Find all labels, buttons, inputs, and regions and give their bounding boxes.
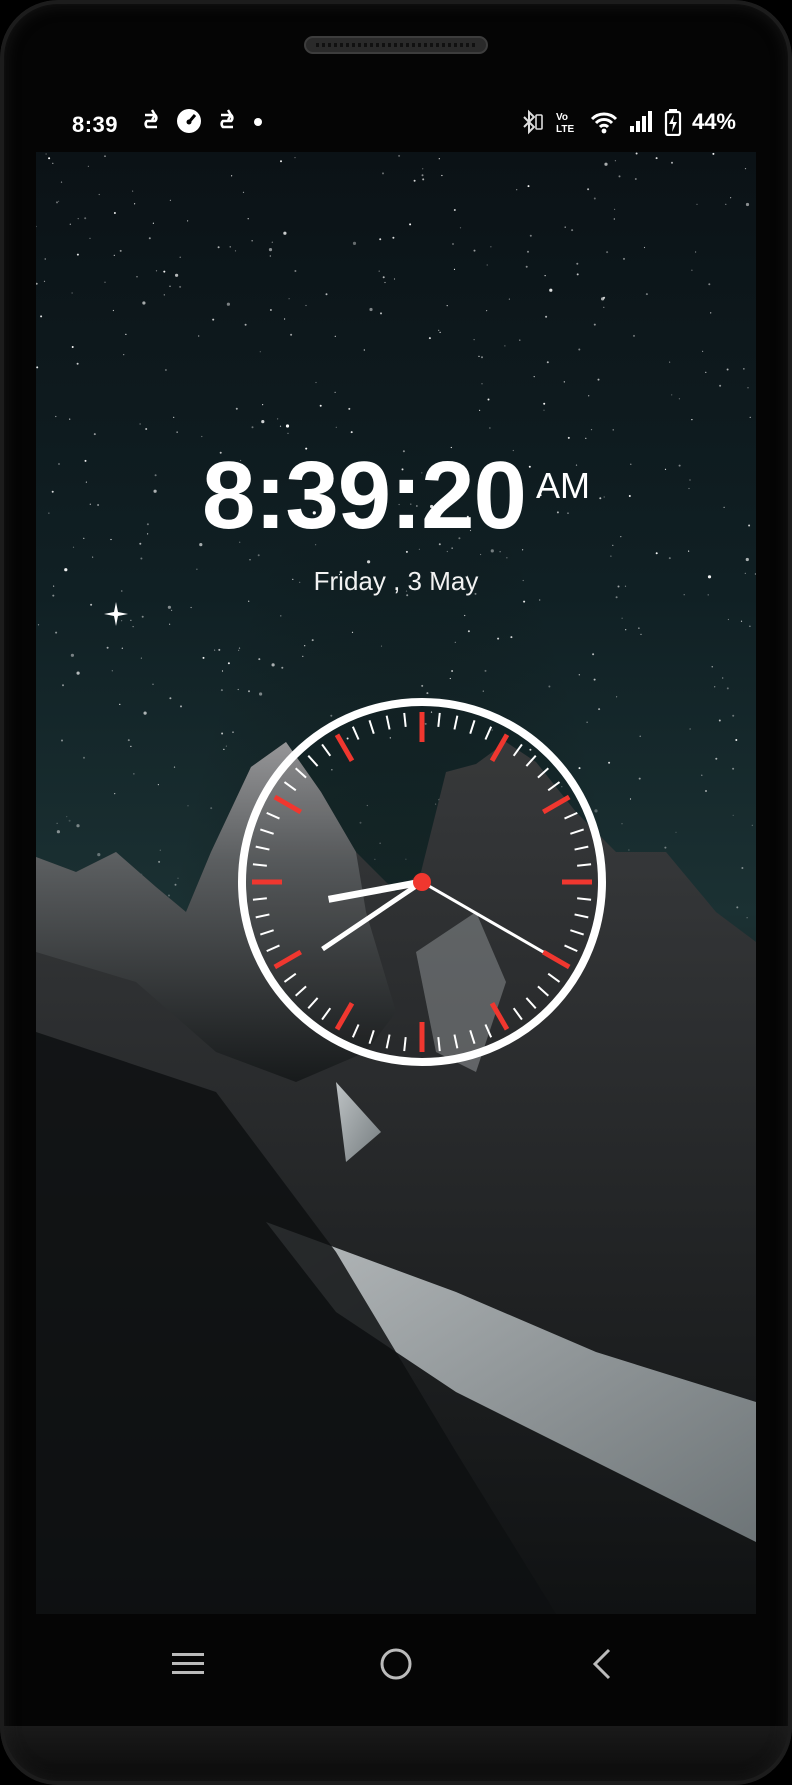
date-label: Friday , 3 May: [313, 566, 479, 596]
status-time: 8:39: [72, 112, 119, 137]
wifi-icon: [590, 112, 618, 134]
status-bar: 8:39 Vo LTE 44%: [36, 96, 756, 152]
speedometer-icon: [177, 109, 201, 133]
battery-percent: 44%: [691, 109, 736, 134]
lock-screen-wallpaper: 8:39:20 AM Friday , 3 May: [36, 152, 756, 1614]
sync-icon: [220, 109, 234, 129]
battery-charging-icon: [664, 109, 682, 136]
analog-clock: [238, 698, 606, 1066]
digital-clock: 8:39:20 AM: [36, 448, 756, 544]
earpiece-speaker: [304, 36, 488, 54]
home-button[interactable]: [366, 1634, 426, 1694]
bluetooth-icon: [523, 109, 543, 135]
recent-apps-icon: [172, 1653, 204, 1674]
navigation-bar: [0, 1614, 792, 1714]
back-icon: [592, 1648, 611, 1680]
signal-icon: [629, 111, 652, 132]
dot-icon: [254, 118, 262, 126]
svg-text:Vo: Vo: [556, 112, 568, 123]
phone-frame: 8:39 Vo LTE 44% 8:39:20 AM Friday , 3 Ma…: [0, 0, 792, 1785]
sync-icon: [144, 109, 158, 129]
volte-icon: VoLTE: [556, 112, 574, 135]
back-button[interactable]: [572, 1634, 632, 1694]
home-icon: [380, 1648, 412, 1680]
svg-text:LTE: LTE: [556, 124, 574, 135]
digital-time: 8:39:20: [202, 442, 527, 549]
clock-center-dot: [413, 873, 431, 891]
phone-bottom-bezel: [0, 1726, 792, 1785]
recent-apps-button[interactable]: [158, 1634, 218, 1694]
am-pm-indicator: AM: [535, 465, 590, 506]
